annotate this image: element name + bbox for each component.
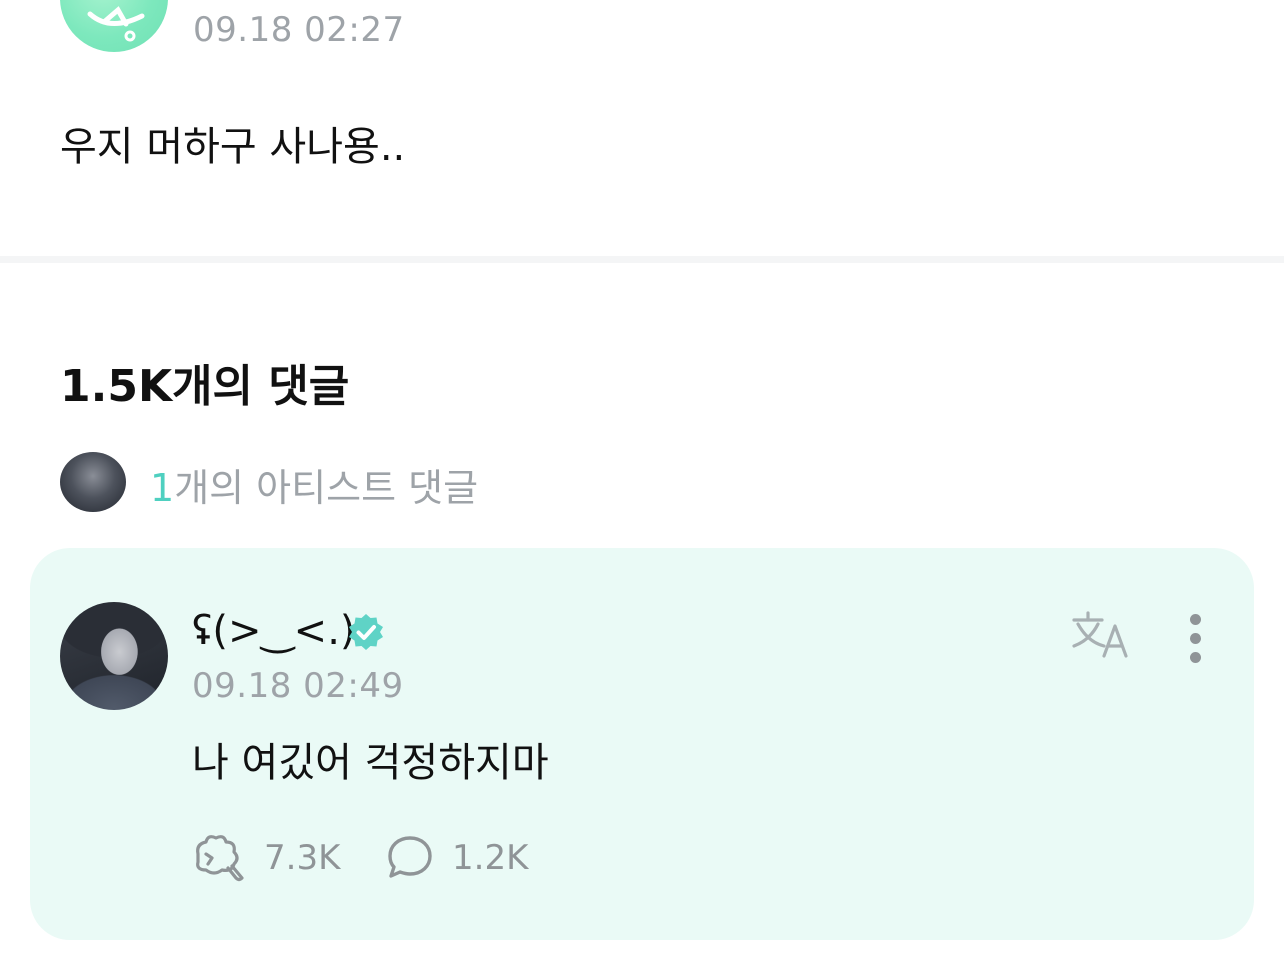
artist-comment-card[interactable]: ʢ(>‿<.) 09.18 02:49 나 여깄어 걱정하지마 7.3K 1.2… [30, 548, 1254, 940]
like-count: 7.3K [264, 838, 341, 878]
post-timestamp: 09.18 02:27 [193, 10, 405, 50]
comment-more-icon[interactable] [1190, 614, 1204, 664]
like-pawprint-icon[interactable] [192, 832, 246, 882]
artist-comments-count: 1 [150, 466, 175, 510]
post-author-avatar[interactable] [60, 0, 168, 52]
comment-body-text: 나 여깄어 걱정하지마 [192, 740, 549, 786]
verified-badge-icon [349, 614, 383, 650]
logo-icon [87, 6, 145, 42]
comments-count-title: 1.5K개의 댓글 [60, 361, 350, 412]
post-body-text: 우지 머하구 사나용.. [60, 124, 406, 170]
artist-avatar-small [60, 452, 126, 512]
comment-timestamp: 09.18 02:49 [192, 666, 404, 706]
artist-comments-label: 1개의 아티스트 댓글 [150, 457, 478, 512]
comment-author-avatar[interactable] [60, 602, 168, 710]
comment-author-name[interactable]: ʢ(>‿<.) [192, 608, 356, 654]
translate-icon[interactable] [1070, 610, 1134, 660]
post-more-icon[interactable] [1180, 0, 1220, 4]
section-divider [0, 256, 1284, 263]
post-detail-page: 09.18 02:27 우지 머하구 사나용.. 1.5K개의 댓글 1개의 아… [0, 0, 1284, 963]
reply-count: 1.2K [452, 838, 529, 878]
speech-bubble-icon[interactable] [386, 834, 434, 880]
artist-comments-text: 개의 아티스트 댓글 [174, 466, 479, 510]
